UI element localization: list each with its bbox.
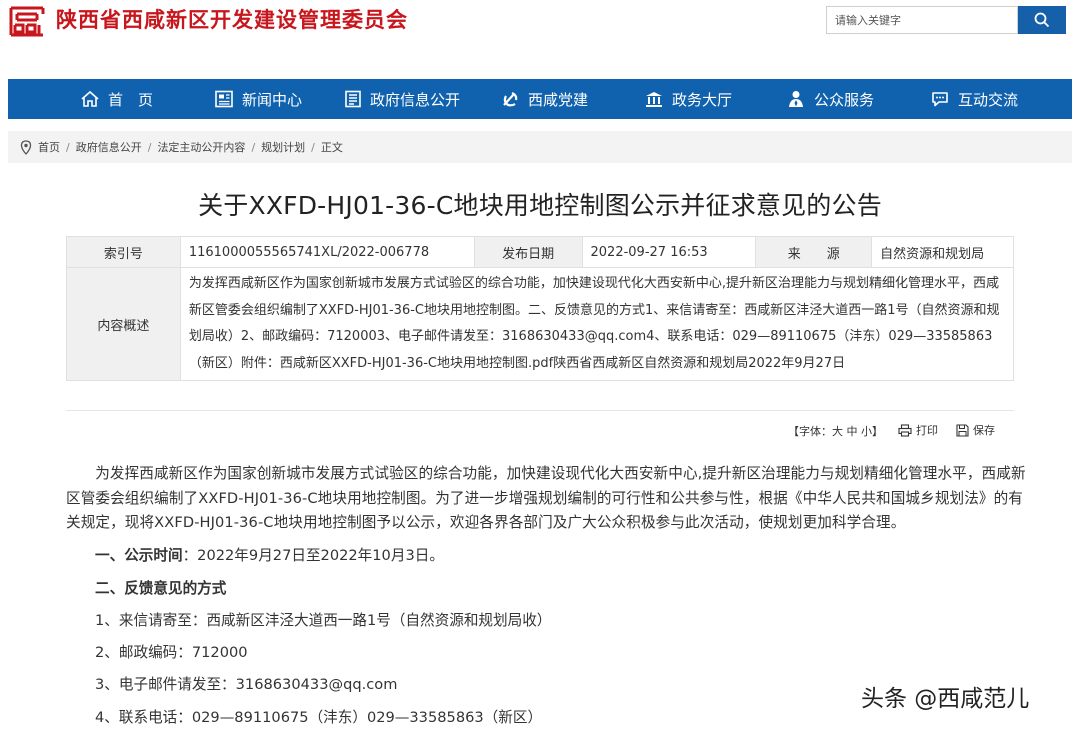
font-size-large-button[interactable]: 大 bbox=[832, 425, 843, 438]
search-icon bbox=[1034, 12, 1050, 28]
list-item-address: 1、来信请寄至：西咸新区沣泾大道西一路1号（自然资源和规划局收） bbox=[95, 612, 552, 629]
nav-label: 政务大厅 bbox=[672, 90, 733, 109]
print-label: 打印 bbox=[916, 424, 938, 437]
main-nav: 首 页 新闻中心 政府信息公开 西咸党建 政务大厅 公众服务 互动交流 bbox=[8, 79, 1072, 119]
home-icon bbox=[81, 90, 99, 107]
nav-label: 新闻中心 bbox=[242, 90, 303, 109]
section-1-text: ：2022年9月27日至2022年10月3日。 bbox=[182, 547, 444, 564]
breadcrumb-separator: / bbox=[311, 140, 315, 154]
nav-label: 互动交流 bbox=[958, 90, 1019, 109]
document-list-icon bbox=[345, 90, 361, 108]
font-size-prefix: 【字体： bbox=[788, 425, 832, 438]
save-button[interactable]: 保存 bbox=[956, 422, 995, 438]
date-label: 发布日期 bbox=[473, 236, 583, 268]
list-item-phone: 4、联系电话：029—89110675（沣东）029—33585863（新区） bbox=[95, 709, 543, 726]
print-button[interactable]: 打印 bbox=[898, 422, 938, 438]
index-label: 索引号 bbox=[66, 236, 181, 268]
breadcrumb-separator: / bbox=[251, 140, 256, 154]
watermark: 头条 @西咸范儿 bbox=[861, 686, 1030, 712]
search-box[interactable] bbox=[826, 6, 1018, 34]
nav-item-news[interactable]: 新闻中心 bbox=[214, 79, 302, 119]
document-info-table: 索引号 1161000055565741XL/2022-006778 发布日期 … bbox=[66, 236, 1015, 382]
breadcrumb-separator: / bbox=[147, 140, 152, 154]
nav-item-interaction[interactable]: 互动交流 bbox=[930, 79, 1018, 119]
site-title[interactable]: 陕西省西咸新区开发建设管理委员会 bbox=[56, 4, 408, 34]
location-pin-icon bbox=[20, 139, 32, 155]
font-size-suffix: 】 bbox=[872, 425, 883, 438]
section-1-heading: 一、公示时间 bbox=[95, 547, 183, 564]
government-building-icon bbox=[646, 92, 662, 107]
summary-label: 内容概述 bbox=[66, 266, 181, 382]
breadcrumb: 首页 / 政府信息公开 / 法定主动公开内容 / 规划计划 / 正文 bbox=[8, 131, 1072, 163]
section-2-heading: 二、反馈意见的方式 bbox=[95, 580, 227, 597]
divider bbox=[66, 410, 1014, 411]
breadcrumb-current: 正文 bbox=[320, 141, 343, 154]
nav-item-public-service[interactable]: 公众服务 bbox=[786, 79, 874, 119]
font-size-medium-button[interactable]: 中 bbox=[847, 425, 858, 438]
list-item-email: 3、电子邮件请发至：3168630433@qq.com bbox=[95, 676, 398, 693]
section-1: 一、公示时间：2022年9月27日至2022年10月3日。 bbox=[95, 544, 444, 565]
source-value: 自然资源和规划局 bbox=[871, 236, 1014, 268]
breadcrumb-planning[interactable]: 规划计划 bbox=[261, 139, 305, 155]
article-intro-paragraph: 为发挥西咸新区作为国家创新城市发展方式试验区的综合功能，加快建设现代化大西安新中… bbox=[66, 465, 1026, 531]
party-emblem-icon bbox=[503, 91, 518, 107]
site-logo[interactable] bbox=[8, 2, 46, 40]
breadcrumb-separator: / bbox=[66, 140, 70, 154]
printer-icon bbox=[898, 423, 912, 437]
summary-value: 为发挥西咸新区作为国家创新城市发展方式试验区的综合功能，加快建设现代化大西安新中… bbox=[179, 266, 1015, 382]
nav-label: 公众服务 bbox=[814, 90, 875, 109]
date-value: 2022-09-27 16:53 bbox=[581, 236, 757, 268]
breadcrumb-gov-info[interactable]: 政府信息公开 bbox=[76, 139, 142, 155]
save-label: 保存 bbox=[973, 424, 995, 437]
search-button[interactable] bbox=[1018, 6, 1066, 34]
nav-item-home[interactable]: 首 页 bbox=[80, 79, 153, 119]
save-icon bbox=[956, 423, 969, 437]
search-input[interactable] bbox=[827, 7, 1017, 33]
nav-item-service-hall[interactable]: 政务大厅 bbox=[644, 79, 732, 119]
article-title: 关于XXFD-HJ01-36-C地块用地控制图公示并征求意见的公告 bbox=[198, 191, 882, 220]
nav-item-party[interactable]: 西咸党建 bbox=[500, 79, 588, 119]
list-item-postcode: 2、邮政编码：712000 bbox=[95, 644, 248, 661]
breadcrumb-statutory[interactable]: 法定主动公开内容 bbox=[157, 139, 245, 155]
nav-label: 首 页 bbox=[108, 90, 154, 109]
chat-icon bbox=[932, 92, 948, 107]
person-service-icon bbox=[789, 91, 803, 107]
font-size-control: 【字体：大 中 小】 bbox=[788, 423, 883, 439]
font-size-small-button[interactable]: 小 bbox=[861, 425, 872, 438]
newspaper-icon bbox=[215, 90, 233, 108]
nav-label: 政府信息公开 bbox=[370, 90, 461, 109]
breadcrumb-home[interactable]: 首页 bbox=[38, 139, 60, 155]
source-label: 来 源 bbox=[755, 236, 873, 268]
index-value: 1161000055565741XL/2022-006778 bbox=[179, 236, 475, 268]
nav-label: 西咸党建 bbox=[528, 90, 589, 109]
nav-item-gov-info[interactable]: 政府信息公开 bbox=[344, 79, 460, 119]
